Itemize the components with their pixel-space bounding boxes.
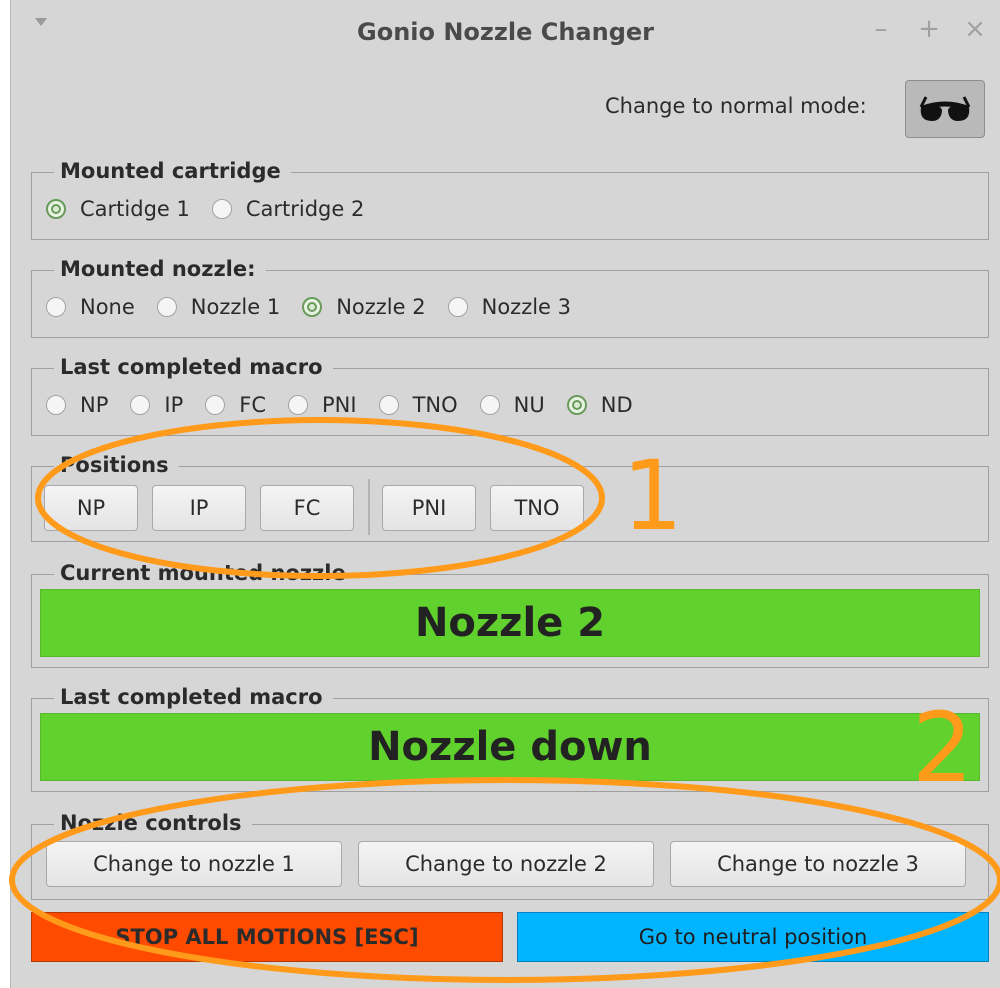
radio-cartidge-1[interactable]: Cartidge 1 <box>46 197 190 221</box>
sunglasses-icon <box>919 96 971 121</box>
annotation-number-1: 1 <box>622 440 684 552</box>
radio-label: FC <box>239 393 266 417</box>
radio-label: Nozzle 3 <box>481 295 572 319</box>
radio-label: Cartidge 1 <box>80 197 190 221</box>
title-bar: Gonio Nozzle Changer – + × <box>11 0 1000 68</box>
radio-nu[interactable]: NU <box>479 393 545 417</box>
stop-all-motions-button[interactable]: STOP ALL MOTIONS [ESC] <box>31 912 503 962</box>
window-title: Gonio Nozzle Changer <box>357 18 654 46</box>
positions-title: Positions <box>54 453 179 477</box>
current-nozzle-display: Nozzle 2 <box>40 589 980 657</box>
radio-label: IP <box>164 393 184 417</box>
radio-label: ND <box>600 393 633 417</box>
mounted-nozzle-group: Mounted nozzle: None Nozzle 1 Nozzle 2 N… <box>31 257 989 338</box>
minimize-button[interactable]: – <box>867 14 895 44</box>
radio-unselected-icon <box>447 297 468 317</box>
radio-np[interactable]: NP <box>46 393 108 417</box>
radio-nozzle-1[interactable]: Nozzle 1 <box>156 295 281 319</box>
radio-label: NU <box>513 393 545 417</box>
current-nozzle-title: Current mounted nozzle <box>54 561 356 585</box>
radio-label: TNO <box>412 393 458 417</box>
close-button[interactable]: × <box>961 14 989 44</box>
last-macro-radio-title: Last completed macro <box>54 355 333 379</box>
radio-unselected-icon <box>156 297 177 317</box>
mounted-cartridge-group: Mounted cartridge Cartidge 1 Cartridge 2 <box>31 159 989 240</box>
radio-label: Nozzle 2 <box>336 295 426 319</box>
radio-unselected-icon <box>479 395 500 415</box>
radio-selected-icon <box>566 395 587 415</box>
radio-unselected-icon <box>287 395 308 415</box>
last-macro-display-group: Last completed macro Nozzle down <box>31 685 989 792</box>
radio-label: NP <box>80 393 109 417</box>
nozzle-controls-title: Nozzle controls <box>54 811 252 835</box>
radio-cartridge-2[interactable]: Cartridge 2 <box>211 197 365 221</box>
change-to-nozzle-1-button[interactable]: Change to nozzle 1 <box>46 841 342 887</box>
cartridge-radio-row: Cartidge 1 Cartridge 2 <box>46 197 386 221</box>
position-pni-button[interactable]: PNI <box>382 485 476 531</box>
position-fc-button[interactable]: FC <box>260 485 354 531</box>
macro-radio-row: NP IP FC PNI TNO NU ND <box>46 393 655 417</box>
positions-separator <box>368 479 370 535</box>
radio-selected-icon <box>302 297 323 317</box>
mounted-cartridge-title: Mounted cartridge <box>54 159 291 183</box>
change-to-nozzle-2-button[interactable]: Change to nozzle 2 <box>358 841 654 887</box>
radio-unselected-icon <box>46 297 66 317</box>
position-np-button[interactable]: NP <box>44 485 138 531</box>
radio-unselected-icon <box>211 199 232 219</box>
radio-label: Nozzle 1 <box>190 295 281 319</box>
radio-unselected-icon <box>46 395 66 415</box>
positions-group: Positions NP IP FC PNI TNO <box>31 453 989 542</box>
radio-nozzle-3[interactable]: Nozzle 3 <box>447 295 572 319</box>
radio-nd[interactable]: ND <box>566 393 633 417</box>
annotation-number-2: 2 <box>912 692 974 804</box>
last-macro-display-title: Last completed macro <box>54 685 333 709</box>
radio-selected-icon <box>46 199 66 219</box>
nozzle-radio-row: None Nozzle 1 Nozzle 2 Nozzle 3 <box>46 295 593 319</box>
radio-label: Cartridge 2 <box>245 197 365 221</box>
nozzle-controls-group: Nozzle controls Change to nozzle 1 Chang… <box>31 811 989 900</box>
radio-fc[interactable]: FC <box>205 393 266 417</box>
radio-label: PNI <box>321 393 357 417</box>
radio-tno[interactable]: TNO <box>378 393 458 417</box>
radio-unselected-icon <box>130 395 151 415</box>
radio-label: None <box>80 295 135 319</box>
radio-unselected-icon <box>205 395 226 415</box>
mode-label: Change to normal mode: <box>605 94 867 118</box>
last-macro-display: Nozzle down <box>40 713 980 781</box>
radio-pni[interactable]: PNI <box>287 393 357 417</box>
position-ip-button[interactable]: IP <box>152 485 246 531</box>
mounted-nozzle-title: Mounted nozzle: <box>54 257 266 281</box>
radio-ip[interactable]: IP <box>130 393 183 417</box>
go-to-neutral-button[interactable]: Go to neutral position <box>517 912 989 962</box>
radio-nozzle-2[interactable]: Nozzle 2 <box>302 295 426 319</box>
position-tno-button[interactable]: TNO <box>490 485 584 531</box>
last-macro-radio-group: Last completed macro NP IP FC PNI TNO NU… <box>31 355 989 436</box>
radio-unselected-icon <box>378 395 399 415</box>
change-to-nozzle-3-button[interactable]: Change to nozzle 3 <box>670 841 966 887</box>
current-nozzle-group: Current mounted nozzle Nozzle 2 <box>31 561 989 668</box>
app-window: Gonio Nozzle Changer – + × Change to nor… <box>10 0 1000 988</box>
radio-none[interactable]: None <box>46 295 135 319</box>
normal-mode-button[interactable] <box>905 80 985 138</box>
maximize-button[interactable]: + <box>915 14 943 44</box>
